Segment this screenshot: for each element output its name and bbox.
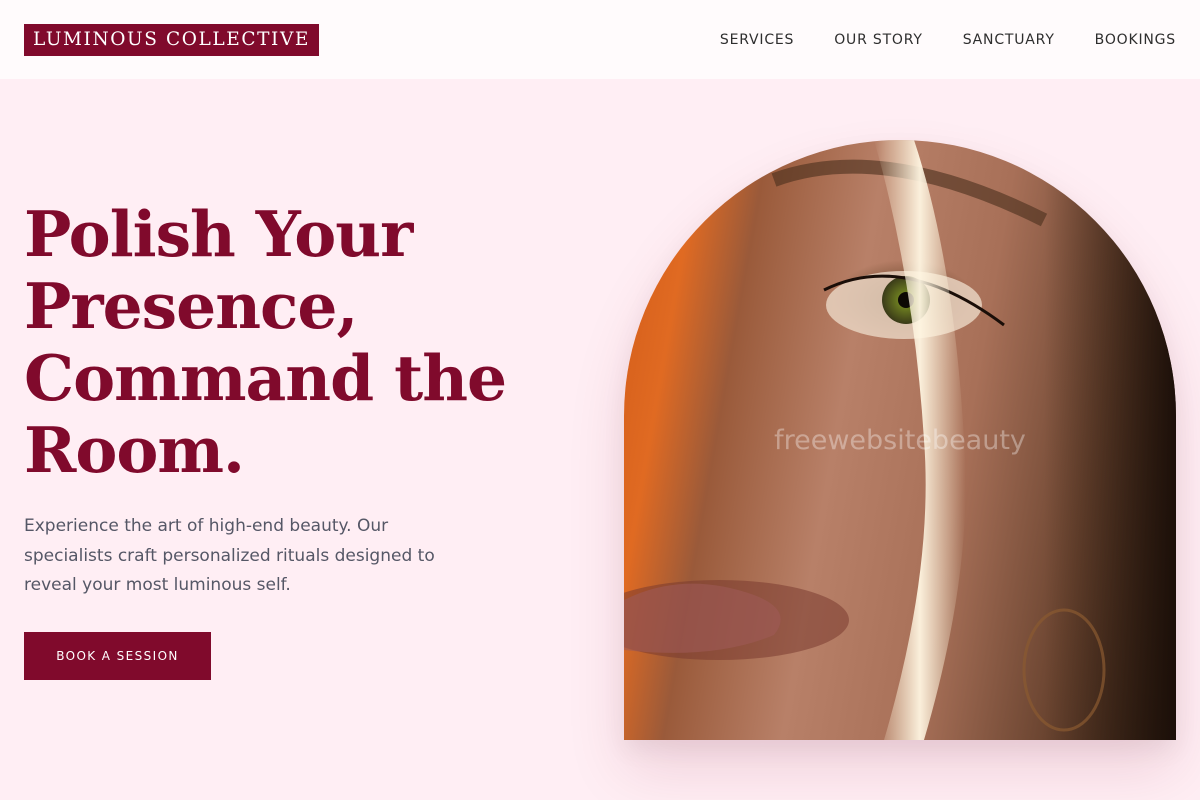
main-nav: SERVICES OUR STORY SANCTUARY BOOKINGS xyxy=(720,30,1176,50)
hero-headline: Polish Your Presence, Command the Room. xyxy=(24,198,544,486)
site-header: LUMINOUS COLLECTIVE SERVICES OUR STORY S… xyxy=(0,0,1200,79)
nav-link-services[interactable]: SERVICES xyxy=(720,30,794,50)
hero-description: Experience the art of high-end beauty. O… xyxy=(24,516,435,595)
hero-headline-line: Presence, xyxy=(24,269,358,343)
hero-headline-line: Polish Your xyxy=(24,197,413,271)
hero-headline-line: Room. xyxy=(24,413,245,487)
image-watermark: freewebsitebeauty xyxy=(774,425,1026,456)
hero-headline-line: Command the xyxy=(24,341,507,415)
brand-logo[interactable]: LUMINOUS COLLECTIVE xyxy=(24,24,319,56)
book-session-button[interactable]: BOOK A SESSION xyxy=(24,632,211,680)
hero-portrait-image: freewebsitebeauty xyxy=(624,140,1176,740)
nav-link-sanctuary[interactable]: SANCTUARY xyxy=(963,30,1055,50)
nav-link-bookings[interactable]: BOOKINGS xyxy=(1095,30,1176,50)
nav-link-our-story[interactable]: OUR STORY xyxy=(834,30,923,50)
